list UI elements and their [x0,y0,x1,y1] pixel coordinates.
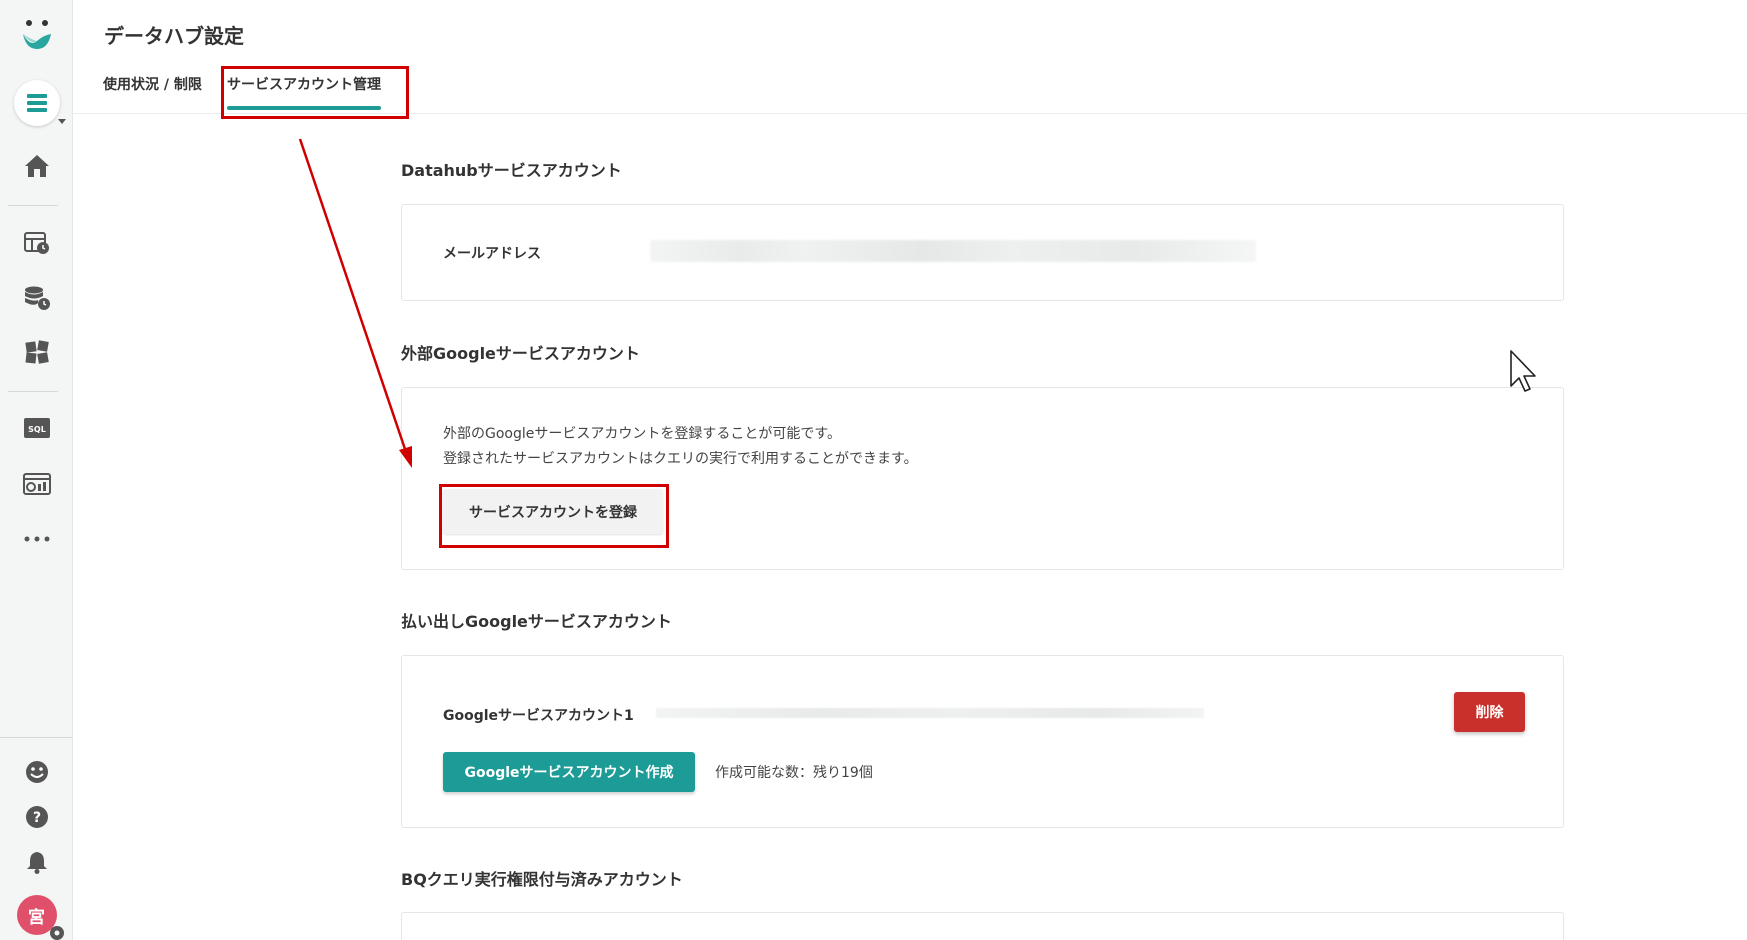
external-description-line1: 外部のGoogleサービスアカウントを登録することが可能です。 [443,426,841,442]
sidebar: SQL ? 宮 [0,0,73,940]
sidebar-divider [0,737,73,738]
smile-icon[interactable] [0,752,73,792]
google-account-1-value-redacted [656,708,1204,718]
tab-highlight-box [221,66,409,119]
page-title: データハブ設定 [104,24,244,48]
table-icon[interactable] [0,223,73,263]
bq-card [401,912,1564,940]
create-google-service-account-button[interactable]: Googleサービスアカウント作成 [443,752,695,792]
avatar-initial: 宮 [28,907,45,928]
svg-text:SQL: SQL [28,425,46,434]
database-clock-icon[interactable] [0,278,73,318]
menu-icon [26,94,47,112]
bell-icon[interactable] [0,842,73,882]
avatar: 宮 [16,895,64,940]
more-icon[interactable] [0,519,73,559]
datahub-section-title: Datahubサービスアカウント [401,161,622,180]
sidebar-divider [8,205,58,206]
dashboard-icon[interactable] [0,464,73,504]
sidebar-divider [8,391,58,392]
remaining-count-text: 作成可能な数：残り19個 [715,765,873,781]
bq-section-title: BQクエリ実行権限付与済みアカウント [401,870,683,889]
register-button-highlight-box [439,484,669,548]
annotation-arrow-line [298,138,408,453]
logo-icon[interactable] [0,14,73,54]
external-description-line2: 登録されたサービスアカウントはクエリの実行で利用することができます。 [443,451,918,467]
puzzle-icon[interactable] [0,332,73,372]
payout-card: Googleサービスアカウント1 削除 Googleサービスアカウント作成 作成… [401,655,1564,828]
svg-text:?: ? [32,810,40,826]
mouse-cursor-icon [1510,350,1536,392]
payout-section-title: 払い出しGoogleサービスアカウント [401,612,672,631]
menu-button[interactable] [0,80,73,126]
gear-icon [49,926,64,940]
app-root: SQL ? 宮 データハブ設定 使用状況 / 制限 サービスアカウント管理 Da… [0,0,1747,940]
datahub-card: メールアドレス [401,204,1564,301]
home-icon[interactable] [0,146,73,186]
tab-usage-limits[interactable]: 使用状況 / 制限 [103,74,202,94]
email-label: メールアドレス [443,246,541,262]
external-section-title: 外部Googleサービスアカウント [401,344,640,363]
delete-button[interactable]: 削除 [1454,692,1525,732]
sql-icon[interactable]: SQL [0,408,73,448]
user-avatar-button[interactable]: 宮 [0,893,73,940]
chevron-down-icon [57,119,66,124]
google-account-1-label: Googleサービスアカウント1 [443,708,634,724]
email-value-redacted [650,240,1256,262]
help-icon[interactable]: ? [0,797,73,837]
